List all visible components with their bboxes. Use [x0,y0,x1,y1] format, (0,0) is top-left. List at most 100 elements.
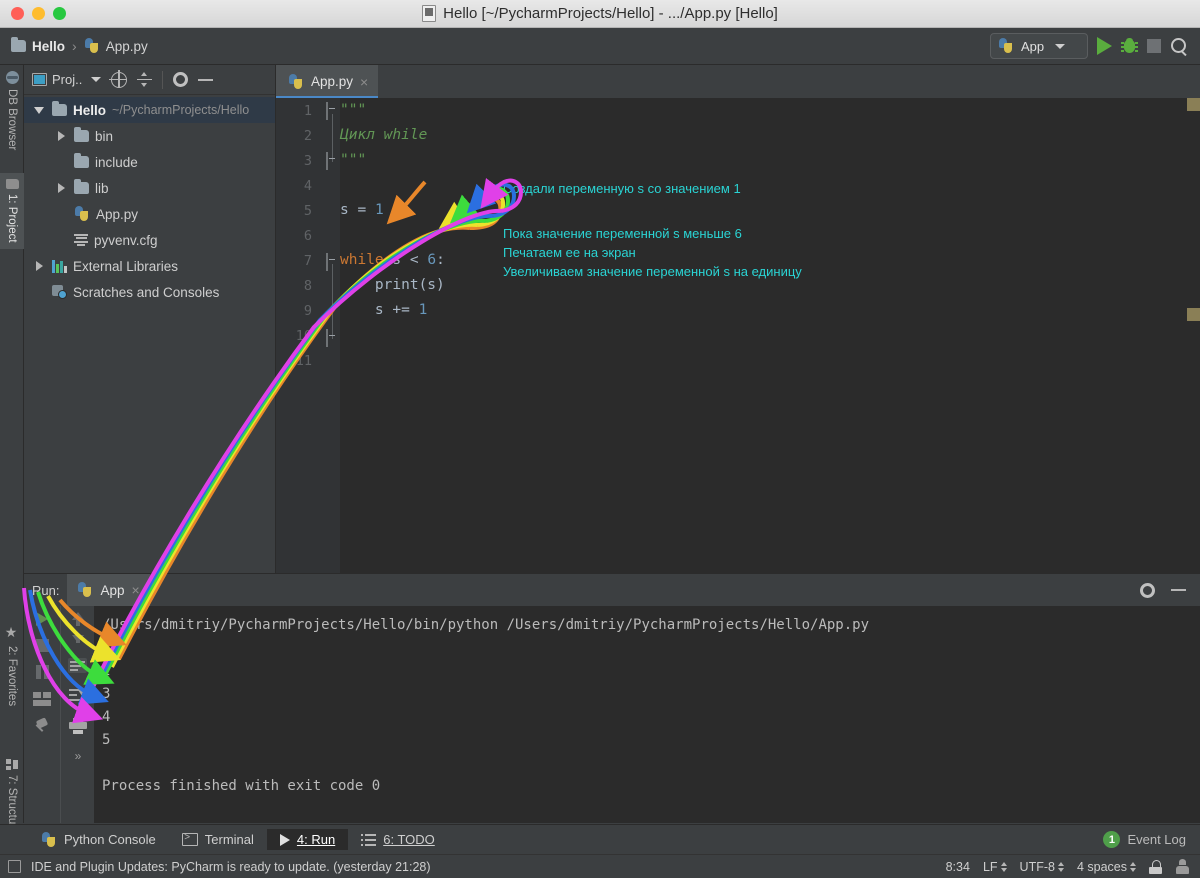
scroll-to-end-icon[interactable] [69,688,86,703]
tree-item-label: Hello [73,102,107,118]
tree-item-scratches-and-consoles[interactable]: Scratches and Consoles [24,279,275,305]
fold-marker-icon[interactable] [326,253,338,271]
inspector-icon[interactable] [1175,859,1190,874]
chevron-right-double-icon[interactable]: » [75,749,82,763]
breadcrumb-separator: › [72,38,77,54]
status-bar: IDE and Plugin Updates: PyCharm is ready… [0,854,1200,878]
chevron-down-icon[interactable] [91,77,102,82]
twisty-down-icon[interactable] [32,106,46,114]
run-panel-left-toolbar [24,606,60,823]
pause-icon[interactable] [35,665,49,679]
twisty-right-icon[interactable] [54,131,68,141]
chevron-updown-icon [1057,861,1064,872]
bug-icon[interactable] [1121,38,1138,54]
arrow-down-icon[interactable] [71,635,84,643]
encoding-selector[interactable]: UTF-8 [1020,860,1064,874]
notification-icon[interactable] [8,860,21,873]
chevron-updown-icon [1130,861,1136,872]
play-icon[interactable] [36,612,48,626]
collapse-all-icon[interactable] [137,72,153,87]
layout-icon[interactable] [33,692,51,706]
fold-marker-icon[interactable] [326,329,338,347]
indent-selector[interactable]: 4 spaces [1077,860,1136,874]
fold-marker-icon[interactable] [326,152,338,170]
folder-icon [52,101,67,116]
line-separator-selector[interactable]: LF [983,860,1007,874]
scratches-icon [52,285,67,299]
project-view-selector[interactable]: Proj.. [32,72,102,87]
tree-item-pyvenv-cfg[interactable]: pyvenv.cfg [24,227,275,253]
close-icon[interactable]: × [132,583,140,597]
run-panel-header: Run: App × [24,574,1200,606]
soft-wrap-icon[interactable] [68,658,87,673]
lock-icon[interactable] [1149,859,1162,874]
code-folding-gutter[interactable] [318,98,340,573]
tree-item-app-py[interactable]: App.py [24,201,275,227]
sidebar-item-label: 1: Project [6,194,18,243]
chevron-down-icon[interactable] [1055,43,1066,49]
pycharm-window: Hello [~/PycharmProjects/Hello] - .../Ap… [0,0,1200,878]
structure-icon [6,759,18,770]
run-tab-app[interactable]: App × [67,574,150,606]
stop-icon[interactable] [1147,39,1161,53]
config-file-icon [74,233,88,247]
tree-item-hello[interactable]: Hello ~/PycharmProjects/Hello [24,97,275,123]
code-text[interactable]: """ Цикл while """ s = 1 while s < 6: pr… [340,98,1200,573]
stop-icon[interactable] [35,639,49,652]
bottom-item-terminal[interactable]: Terminal [169,829,267,850]
editor-tab-app-py[interactable]: App.py × [276,65,379,98]
arrow-up-icon[interactable] [71,612,84,626]
python-icon [998,38,1014,54]
search-icon[interactable] [1170,37,1188,55]
tree-item-include[interactable]: include [24,149,275,175]
bottom-item-run[interactable]: 4: Run [266,829,349,850]
run-console-output[interactable]: /Users/dmitriy/PycharmProjects/Hello/bin… [94,606,1200,823]
scrollbar-marker[interactable] [1187,308,1200,321]
sidebar-item-db-browser[interactable]: DB Browser [0,65,24,156]
folder-icon [74,153,89,168]
pin-icon[interactable] [34,717,50,736]
tree-item-label: include [95,154,138,170]
close-icon[interactable]: × [360,75,368,89]
line-number: 10 [295,328,312,344]
project-tree: Hello ~/PycharmProjects/Hello bin includ… [24,95,275,305]
tree-item-label: bin [95,128,114,144]
tree-item-external-libraries[interactable]: External Libraries [24,253,275,279]
run-panel-secondary-toolbar: » [60,606,94,823]
editor-tab-bar: App.py × [276,65,1200,98]
tree-item-bin[interactable]: bin [24,123,275,149]
caret-position[interactable]: 8:34 [946,860,970,874]
fold-marker-icon[interactable] [326,102,338,120]
line-number: 4 [303,178,312,194]
target-icon[interactable] [109,69,128,88]
gear-icon[interactable] [173,72,189,87]
minus-icon[interactable] [1171,589,1186,591]
scrollbar-marker[interactable] [1187,98,1200,111]
gear-icon[interactable] [1140,582,1155,598]
python-icon [77,582,93,598]
bottom-item-label: 6: TODO [383,832,435,847]
event-log-area[interactable]: 1 Event Log [1103,831,1200,848]
sidebar-item-favorites[interactable]: ★ 2: Favorites [0,619,24,712]
minus-icon[interactable] [198,78,214,81]
line-number: 8 [303,278,312,294]
breadcrumb-item-hello[interactable]: Hello [11,37,65,54]
print-icon[interactable] [68,718,87,734]
run-configuration-selector[interactable]: App [990,33,1088,59]
breadcrumb-item-app-py[interactable]: App.py [84,38,148,54]
bottom-item-todo[interactable]: 6: TODO [348,829,448,850]
code-editor[interactable]: 1 2 3 4 5 6 7 8 9 10 11 """ Цикл while "… [276,98,1200,573]
line-number-gutter: 1 2 3 4 5 6 7 8 9 10 11 [276,98,318,573]
tree-item-lib[interactable]: lib [24,175,275,201]
code-line-5: s = 1 [340,202,384,218]
twisty-right-icon[interactable] [32,261,46,271]
chevron-updown-icon [1000,861,1007,872]
twisty-right-icon[interactable] [54,183,68,193]
annotation-text-4: Увеличиваем значение переменной s на еди… [503,264,802,279]
sidebar-item-project[interactable]: 1: Project [0,173,24,249]
console-line: /Users/dmitriy/PycharmProjects/Hello/bin… [102,617,870,633]
status-message: IDE and Plugin Updates: PyCharm is ready… [31,859,431,874]
bottom-item-python-console[interactable]: Python Console [28,829,169,851]
play-icon[interactable] [1097,37,1112,55]
